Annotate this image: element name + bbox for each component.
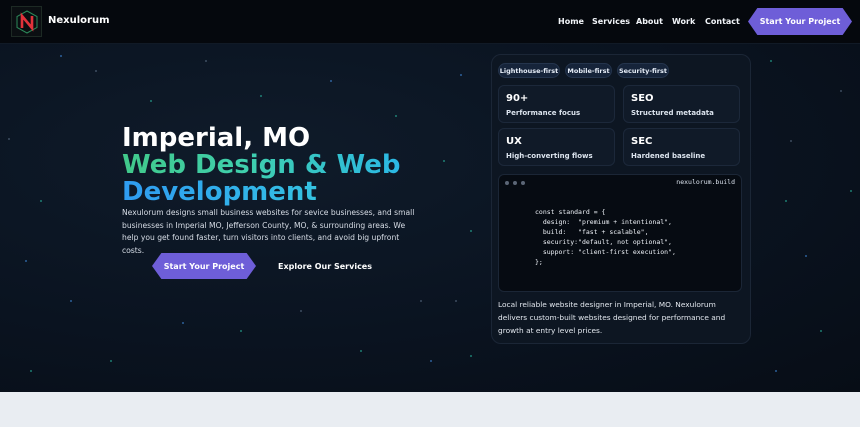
explore-services-link[interactable]: Explore Our Services xyxy=(278,262,372,271)
hero-section: Nexulorum Home Services About Work Conta… xyxy=(0,0,860,392)
star-dot xyxy=(770,60,772,62)
star-dot xyxy=(775,370,777,372)
hero-description: Nexulorum designs small business website… xyxy=(122,208,415,255)
code-line: security:"default, not optional", xyxy=(535,238,672,246)
start-project-nav-button[interactable]: Start Your Project xyxy=(748,8,852,35)
stat-value: SEC xyxy=(631,136,653,147)
star-dot xyxy=(455,300,457,302)
star-dot xyxy=(420,300,422,302)
star-dot xyxy=(850,190,852,192)
hero-title-location: Imperial, MO xyxy=(122,123,311,153)
nav-link-contact[interactable]: Contact xyxy=(705,17,740,26)
nav-link-work[interactable]: Work xyxy=(672,17,695,26)
star-dot xyxy=(70,300,72,302)
star-dot xyxy=(330,80,332,82)
star-dot xyxy=(470,355,472,357)
star-dot xyxy=(60,55,62,57)
star-dot xyxy=(470,230,472,232)
next-section-background xyxy=(0,392,860,427)
nexulorum-logo-icon[interactable] xyxy=(11,6,42,37)
code-line: design: "premium + intentional", xyxy=(535,218,672,226)
star-dot xyxy=(805,255,807,257)
star-dot xyxy=(790,140,792,142)
star-dot xyxy=(110,360,112,362)
code-line: support: "client-first execution", xyxy=(535,248,676,256)
window-dot-icon xyxy=(505,181,509,185)
star-dot xyxy=(8,138,10,140)
star-dot xyxy=(150,100,152,102)
panel-note: Local reliable website designer in Imper… xyxy=(498,300,726,335)
stat-card-ux: UX High-converting flows xyxy=(498,128,615,166)
star-dot xyxy=(40,200,42,202)
stat-value: 90+ xyxy=(506,93,529,104)
pill-mobile-first: Mobile-first xyxy=(565,63,612,78)
hero-title-gradient-line1: Web Design & Web xyxy=(122,150,401,180)
star-dot xyxy=(25,260,27,262)
stat-label: High-converting flows xyxy=(506,152,593,160)
nav-link-about[interactable]: About xyxy=(636,17,663,26)
brand-name[interactable]: Nexulorum xyxy=(48,15,110,26)
pill-security-first: Security-first xyxy=(617,63,669,78)
code-line: const standard = { xyxy=(535,208,606,216)
stat-value: UX xyxy=(506,136,522,147)
nav-link-home[interactable]: Home xyxy=(558,17,584,26)
star-dot xyxy=(395,115,397,117)
nav-link-services[interactable]: Services xyxy=(592,17,630,26)
stat-card-seo: SEO Structured metadata xyxy=(623,85,740,123)
star-dot xyxy=(182,322,184,324)
code-window: nexulorum.build const standard = { desig… xyxy=(498,174,742,292)
star-dot xyxy=(95,70,97,72)
window-dot-icon xyxy=(513,181,517,185)
star-dot xyxy=(430,360,432,362)
stat-value: SEO xyxy=(631,93,654,104)
star-dot xyxy=(240,330,242,332)
star-dot xyxy=(443,160,445,162)
star-dot xyxy=(820,330,822,332)
star-dot xyxy=(360,350,362,352)
star-dot xyxy=(30,370,32,372)
star-dot xyxy=(205,60,207,62)
start-project-button[interactable]: Start Your Project xyxy=(152,253,256,279)
hero-title-gradient-line2: Development xyxy=(122,177,317,207)
stat-label: Structured metadata xyxy=(631,109,714,117)
stat-card-performance: 90+ Performance focus xyxy=(498,85,615,123)
stat-label: Performance focus xyxy=(506,109,581,117)
star-dot xyxy=(300,310,302,312)
stat-label: Hardened baseline xyxy=(631,152,706,160)
code-filename: nexulorum.build xyxy=(676,178,735,186)
star-dot xyxy=(460,74,462,76)
window-dot-icon xyxy=(521,181,525,185)
star-dot xyxy=(840,90,842,92)
code-line: build: "fast + scalable", xyxy=(535,228,649,236)
star-dot xyxy=(260,95,262,97)
top-navigation: Nexulorum Home Services About Work Conta… xyxy=(0,0,860,44)
stat-card-sec: SEC Hardened baseline xyxy=(623,128,740,166)
code-line: }; xyxy=(535,258,543,266)
star-dot xyxy=(785,200,787,202)
pill-lighthouse-first: Lighthouse-first xyxy=(498,63,560,78)
